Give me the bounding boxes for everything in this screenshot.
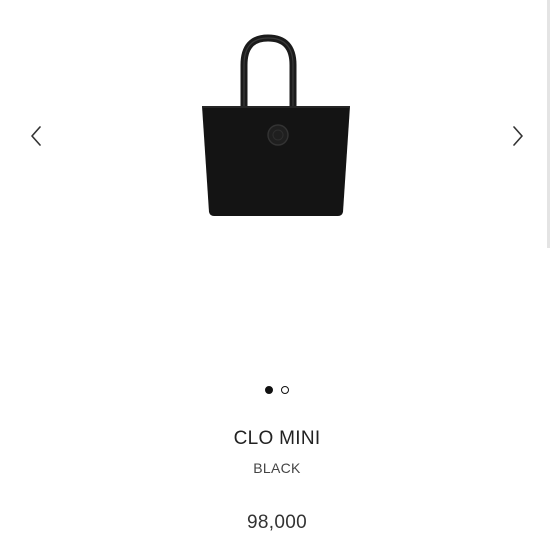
product-price: 98,000 <box>247 512 307 533</box>
carousel-next-button[interactable] <box>506 120 530 152</box>
product-color: BLACK <box>253 460 301 476</box>
carousel-dot-1[interactable] <box>265 386 273 394</box>
carousel-dot-2[interactable] <box>281 386 289 394</box>
chevron-left-icon <box>31 126 41 146</box>
carousel-prev-button[interactable] <box>24 120 48 152</box>
product-page: CLO MINI BLACK 98,000 <box>0 0 554 554</box>
scrollbar[interactable] <box>547 0 550 248</box>
product-image[interactable] <box>190 30 366 226</box>
product-name: CLO MINI <box>233 428 321 449</box>
carousel-pagination <box>0 386 554 394</box>
chevron-right-icon <box>513 126 523 146</box>
